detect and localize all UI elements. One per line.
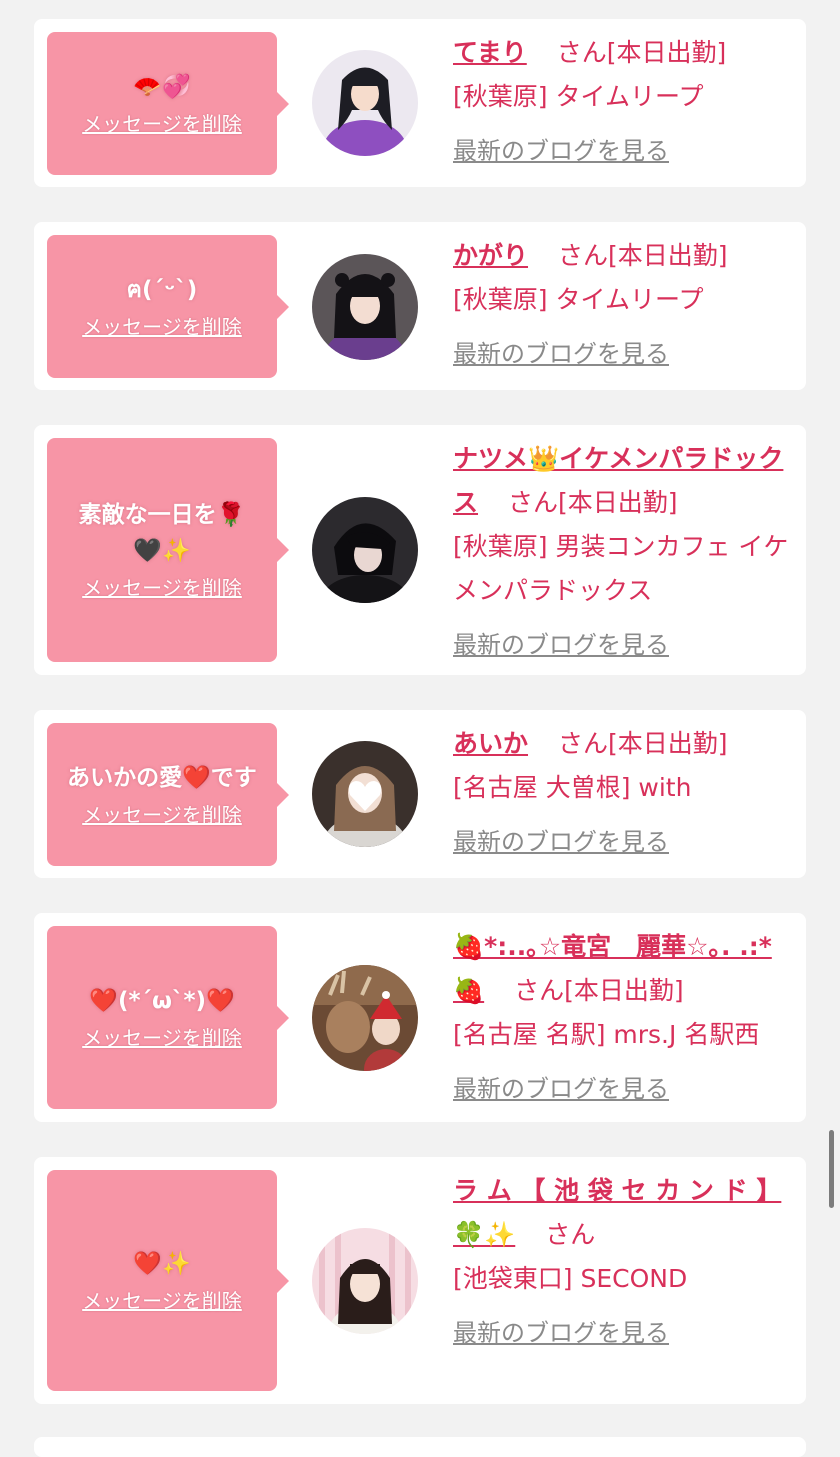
cast-card: あいかの愛❤️です メッセージを削除 あいか さん[本日出勤] [名古屋 大曽根… xyxy=(34,710,806,878)
delete-message-link[interactable]: メッセージを削除 xyxy=(82,1286,242,1316)
message-bubble: ❤️(*´ω`*)❤️ メッセージを削除 xyxy=(47,926,289,1109)
name-line: てまり さん[本日出勤] xyxy=(453,31,789,75)
avatar[interactable] xyxy=(312,254,418,360)
name-line: 🍓*:..｡☆竜宮 麗華☆｡. .:*🍓 さん[本日出勤] xyxy=(453,925,789,1013)
shop-name: [秋葉原] タイムリープ xyxy=(453,285,704,314)
message-text: ❤️✨ xyxy=(133,1250,191,1277)
honorific: さん xyxy=(557,729,608,758)
message-text: ฅ(ˊᵕˋ) xyxy=(126,276,198,303)
next-card-peek xyxy=(34,1437,806,1457)
message-bubble: ❤️✨ メッセージを削除 xyxy=(47,1170,289,1391)
cast-name-link[interactable]: ラ ム 【 池 袋 セ カ ン ド 】 🍀✨ xyxy=(453,1176,781,1249)
message-text: ❤️(*´ω`*)❤️ xyxy=(89,987,235,1014)
delete-message-link[interactable]: メッセージを削除 xyxy=(82,1023,242,1053)
message-text: あいかの愛❤️です xyxy=(67,764,257,791)
name-line: ラ ム 【 池 袋 セ カ ン ド 】 🍀✨ さん xyxy=(453,1169,789,1257)
name-line: あいか さん[本日出勤] xyxy=(453,722,789,766)
attendance-status: [本日出勤] xyxy=(606,38,727,67)
shop-name: [名古屋 大曽根] with xyxy=(453,773,692,802)
name-line: かがり さん[本日出勤] xyxy=(453,234,789,278)
latest-blog-link[interactable]: 最新のブログを見る xyxy=(453,129,669,173)
cast-info: 🍓*:..｡☆竜宮 麗華☆｡. .:*🍓 さん[本日出勤] [名古屋 名駅] m… xyxy=(453,925,789,1111)
cast-info: てまり さん[本日出勤] [秋葉原] タイムリープ 最新のブログを見る xyxy=(453,31,789,173)
avatar[interactable] xyxy=(312,741,418,847)
cast-card: ❤️(*´ω`*)❤️ メッセージを削除 🍓*:..｡☆竜宮 麗華☆｡. .:*… xyxy=(34,913,806,1122)
latest-blog-link[interactable]: 最新のブログを見る xyxy=(453,1311,669,1355)
cast-card: 素敵な一日を🌹🖤✨ メッセージを削除 ナツメ👑イケメンパラドックス さん[本日出… xyxy=(34,425,806,675)
delete-message-link[interactable]: メッセージを削除 xyxy=(82,573,242,603)
cast-name-link[interactable]: かがり xyxy=(453,241,528,270)
message-bubble: 素敵な一日を🌹🖤✨ メッセージを削除 xyxy=(47,438,289,662)
cast-card: 🪭💞 メッセージを削除 てまり さん[本日出勤] [秋葉原] タイムリープ 最新… xyxy=(34,19,806,187)
cast-info: かがり さん[本日出勤] [秋葉原] タイムリープ 最新のブログを見る xyxy=(453,234,789,376)
cast-info: ラ ム 【 池 袋 セ カ ン ド 】 🍀✨ さん [池袋東口] SECOND … xyxy=(453,1169,789,1355)
avatar[interactable] xyxy=(312,1228,418,1334)
honorific: さん xyxy=(557,241,608,270)
honorific: さん xyxy=(507,488,558,517)
message-bubble: 🪭💞 メッセージを削除 xyxy=(47,32,289,175)
attendance-status: [本日出勤] xyxy=(564,976,684,1005)
cast-name-link[interactable]: てまり xyxy=(453,38,527,67)
attendance-status: [本日出勤] xyxy=(607,241,728,270)
delete-message-link[interactable]: メッセージを削除 xyxy=(82,109,242,139)
shop-name: [池袋東口] SECOND xyxy=(453,1264,688,1293)
shop-name: [名古屋 名駅] mrs.J 名駅西 xyxy=(453,1020,760,1049)
delete-message-link[interactable]: メッセージを削除 xyxy=(82,800,242,830)
cast-name-link[interactable]: あいか xyxy=(453,729,528,758)
attendance-status: [本日出勤] xyxy=(557,488,678,517)
honorific: さん xyxy=(514,976,565,1005)
avatar[interactable] xyxy=(312,50,418,156)
latest-blog-link[interactable]: 最新のブログを見る xyxy=(453,1067,669,1111)
cast-info: あいか さん[本日出勤] [名古屋 大曽根] with 最新のブログを見る xyxy=(453,722,789,864)
message-bubble: あいかの愛❤️です メッセージを削除 xyxy=(47,723,289,866)
cast-card: ❤️✨ メッセージを削除 ラ ム 【 池 袋 セ カ ン ド 】 🍀✨ さん [… xyxy=(34,1157,806,1404)
attendance-status: [本日出勤] xyxy=(607,729,728,758)
shop-name: [秋葉原] 男装コンカフェ イケメンパラドックス xyxy=(453,532,789,605)
latest-blog-link[interactable]: 最新のブログを見る xyxy=(453,332,669,376)
cast-card: ฅ(ˊᵕˋ) メッセージを削除 かがり さん[本日出勤] [秋葉原] タイムリー… xyxy=(34,222,806,390)
name-line: ナツメ👑イケメンパラドックス さん[本日出勤] xyxy=(453,437,789,525)
message-text: 🪭💞 xyxy=(133,73,191,100)
message-bubble: ฅ(ˊᵕˋ) メッセージを削除 xyxy=(47,235,289,378)
honorific: さん xyxy=(545,1220,596,1249)
delete-message-link[interactable]: メッセージを削除 xyxy=(82,312,242,342)
latest-blog-link[interactable]: 最新のブログを見る xyxy=(453,623,669,667)
cast-info: ナツメ👑イケメンパラドックス さん[本日出勤] [秋葉原] 男装コンカフェ イケ… xyxy=(453,437,789,667)
shop-name: [秋葉原] タイムリープ xyxy=(453,82,704,111)
avatar[interactable] xyxy=(312,497,418,603)
scrollbar[interactable] xyxy=(829,1130,834,1208)
honorific: さん xyxy=(556,38,607,67)
message-text: 素敵な一日を🌹🖤✨ xyxy=(78,502,246,564)
latest-blog-link[interactable]: 最新のブログを見る xyxy=(453,820,669,864)
avatar[interactable] xyxy=(312,965,418,1071)
